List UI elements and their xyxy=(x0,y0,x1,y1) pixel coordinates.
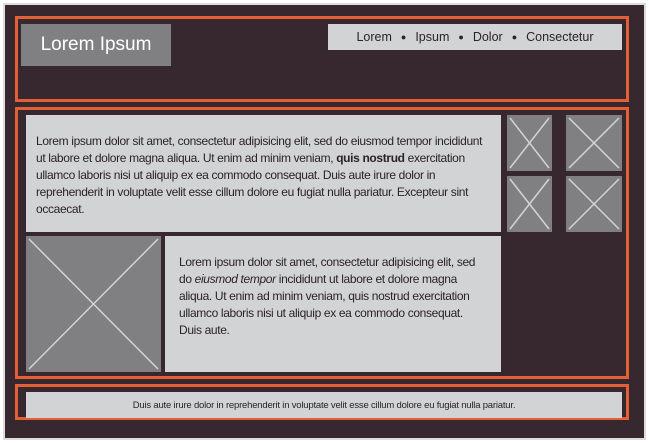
nav-item-ipsum[interactable]: Ipsum xyxy=(415,30,449,44)
text-block-2: Lorem ipsum dolor sit amet, consectetur … xyxy=(165,236,501,372)
bold-text: quis nostrud xyxy=(336,151,405,165)
bullet-icon: ● xyxy=(400,32,407,42)
image-placeholder-large xyxy=(26,236,161,372)
bullet-icon: ● xyxy=(511,32,518,42)
italic-text: eiusmod tempor xyxy=(194,272,276,286)
nav-item-consectetur[interactable]: Consectetur xyxy=(526,30,593,44)
bullet-icon: ● xyxy=(458,32,464,42)
image-placeholder-thumb-4 xyxy=(566,176,622,232)
image-placeholder-thumb-3 xyxy=(507,176,552,232)
image-placeholder-thumb-2 xyxy=(566,115,622,171)
nav-item-dolor[interactable]: Dolor xyxy=(473,30,503,44)
nav-bar: Lorem ● Ipsum ● Dolor ● Consectetur xyxy=(328,24,622,50)
image-placeholder-thumb-1 xyxy=(507,115,552,171)
text-block-1: Lorem ipsum dolor sit amet, consectetur … xyxy=(26,115,501,232)
logo[interactable]: Lorem Ipsum xyxy=(21,24,171,66)
nav-item-lorem[interactable]: Lorem xyxy=(356,30,391,44)
footer-text: Duis aute irure dolor in reprehenderit i… xyxy=(26,392,622,418)
